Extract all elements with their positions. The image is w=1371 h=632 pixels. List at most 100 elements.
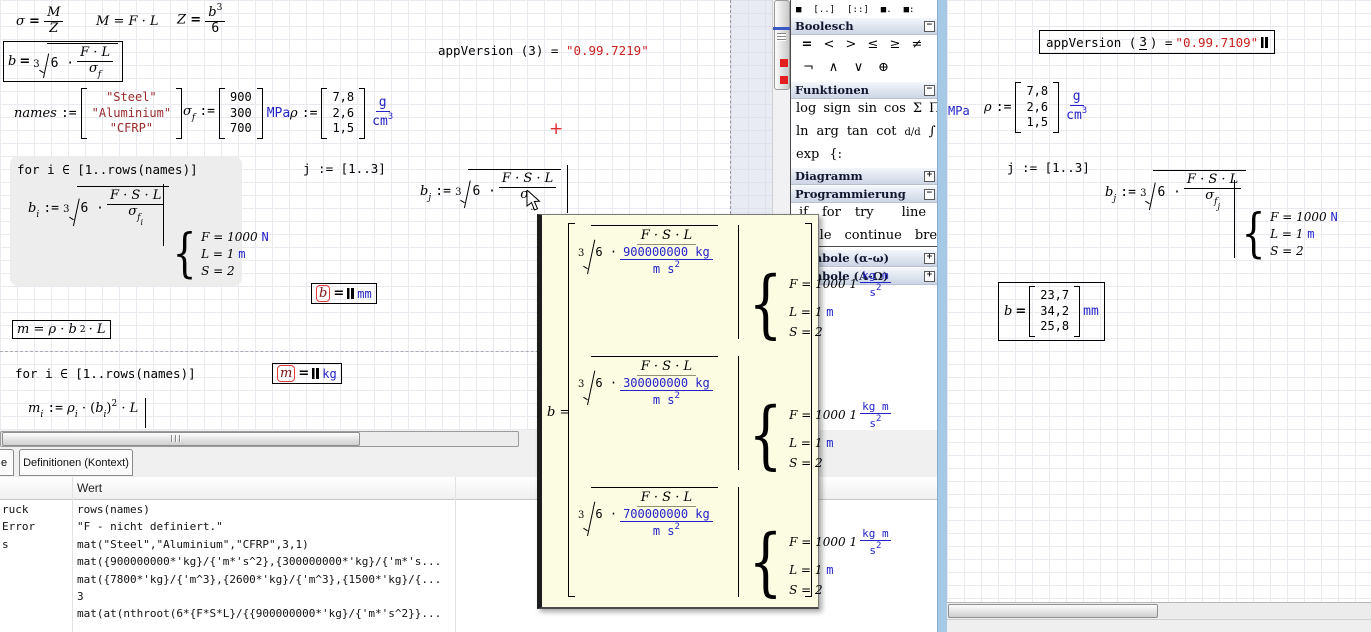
boolesch-row-2: ¬ ∧ ∨ ⊕ — [791, 58, 938, 81]
collapse-icon[interactable]: − — [924, 21, 935, 32]
formula-appversion-right[interactable]: appVersion (3) = "0.99.7109" — [1039, 30, 1275, 54]
formula-range-j[interactable]: j := [1..3] — [303, 161, 386, 176]
horizontal-scrollbar-left[interactable] — [0, 431, 519, 447]
eval-bar — [567, 165, 568, 213]
expand-icon[interactable]: + — [924, 271, 935, 282]
or-button[interactable]: ∨ — [846, 60, 871, 75]
eval-bar — [1234, 180, 1235, 258]
eval-bar — [738, 487, 739, 597]
eval-bar — [163, 184, 164, 246]
greater-than-button[interactable]: > — [840, 37, 862, 52]
try-button[interactable]: try — [855, 205, 874, 220]
expand-icon[interactable]: + — [924, 171, 935, 182]
formula-names[interactable]: names := "Steel""Aluminium""CFRP" — [14, 88, 182, 139]
funktionen-row-1: log sign sin cos Σ Π — [791, 99, 938, 122]
formula-b-j[interactable]: bj := 36 ·F · S · Lσfj — [420, 165, 568, 213]
eval-bar — [738, 225, 739, 339]
formula-sigma[interactable]: σ = MZ — [16, 6, 63, 37]
result-b-matrix[interactable]: b = 23,734,225,8 mm — [998, 282, 1105, 341]
operator-palette: ■ [..] [::] ■. ■: Boolesch − = < > ≤ ≥ ≠… — [790, 0, 939, 247]
tooltip-substitutions: { F = 1000 1kg ms2 L = 1 m S = 2 — [742, 267, 891, 341]
scrollbar-thumb[interactable] — [2, 432, 360, 446]
palette-section-programmierung[interactable]: Programmierung − — [791, 185, 938, 203]
horizontal-scrollbar-right[interactable] — [947, 602, 1371, 619]
formula-range-j[interactable]: j := [1..3] — [1007, 160, 1090, 175]
and-button[interactable]: ∧ — [821, 60, 846, 75]
formula-b-design[interactable]: b = 36 ·F · Lσf — [3, 41, 123, 82]
worksheet-right[interactable]: appVersion (3) = "0.99.7109" MPa ρ := 7,… — [947, 0, 1371, 602]
tooltip-result-block: 36 ·F · S · L700000000 kgm s2 { F = 1000… — [578, 487, 806, 602]
not-equal-button[interactable]: ≠ — [906, 37, 928, 52]
not-button[interactable]: ¬ — [796, 60, 821, 75]
formula-sigma-f[interactable]: σf := 900300700 MPa — [183, 88, 290, 139]
unit-mpa[interactable]: MPa — [948, 104, 970, 118]
scrollbar-thumb[interactable] — [948, 604, 1158, 618]
formula-m-i[interactable]: mi := ρi · (bi)2 · L — [28, 398, 146, 428]
exp-button[interactable]: exp — [796, 147, 819, 162]
palette-section-funktionen[interactable]: Funktionen − — [791, 81, 938, 99]
formula-z[interactable]: Z = b36 — [177, 3, 225, 37]
element-icon[interactable]: ■. — [881, 5, 892, 15]
palette-section-diagramm[interactable]: Diagramm + — [791, 167, 938, 185]
collapse-icon[interactable]: − — [924, 189, 935, 200]
for-button[interactable]: for — [822, 205, 841, 220]
result-m-placeholder[interactable]: m = kg — [272, 363, 342, 384]
matrix-icon[interactable]: ■ — [796, 5, 801, 15]
root-expression: 36 ·F · S · L300000000 kgm s2 — [578, 356, 718, 407]
value-placeholder — [347, 288, 354, 299]
tooltip-substitutions: { F = 1000 1kg ms2 L = 1 m S = 2 — [742, 525, 891, 599]
tooltip-lhs: b = — [547, 405, 570, 420]
greater-equal-button[interactable]: ≥ — [884, 37, 906, 52]
formula-moment[interactable]: M = F · L — [96, 14, 159, 29]
eval-bar — [145, 398, 146, 428]
integral-icon[interactable]: ∫ — [929, 124, 936, 139]
continue-button[interactable]: continue — [845, 228, 902, 243]
summation-icon[interactable]: Σ — [913, 101, 922, 116]
arg-button[interactable]: arg — [817, 124, 839, 139]
cases-icon[interactable]: {: — [829, 147, 842, 162]
for-loop-m-head[interactable]: for i ∈ [1..rows(names)] — [15, 366, 196, 381]
elements-icon[interactable]: ■: — [904, 5, 915, 15]
less-equal-button[interactable]: ≤ — [862, 37, 884, 52]
matrix-bracket-left — [568, 223, 575, 597]
eval-bar — [738, 356, 739, 470]
for-loop-head: for i ∈ [1..rows(names)] — [17, 162, 198, 177]
table-row[interactable]: mat(at(nthroot(6*{F*S*L}/{{900000000*'kg… — [0, 607, 937, 624]
xor-button[interactable]: ⊕ — [871, 60, 896, 75]
equals-button[interactable]: = — [796, 37, 818, 52]
derivative-icon[interactable]: d/d — [905, 127, 921, 138]
less-than-button[interactable]: < — [818, 37, 840, 52]
formula-b-j[interactable]: bj := 36 ·F · S · Lσfj — [1105, 170, 1246, 211]
formula-appversion-left[interactable]: appVersion (3) = "0.99.7219" — [438, 43, 649, 58]
error-marker-icon[interactable] — [780, 76, 788, 84]
tan-button[interactable]: tan — [847, 124, 868, 139]
matrix-grid-icon[interactable]: [::] — [847, 5, 869, 15]
line-button[interactable]: line — [902, 205, 926, 220]
tab-partial[interactable]: e — [0, 449, 14, 476]
ln-button[interactable]: ln — [796, 124, 809, 139]
tab-definitionen-kontext[interactable]: Definitionen (Kontext) — [19, 449, 133, 476]
sign-button[interactable]: sign — [823, 101, 851, 116]
value-placeholder — [1261, 37, 1268, 48]
result-tooltip: b = 36 ·F · S · L900000000 kgm s2 { F = … — [537, 214, 819, 609]
palette-section-boolesch[interactable]: Boolesch − — [791, 17, 938, 35]
funktionen-row-3: exp {: — [791, 145, 938, 167]
formula-rho[interactable]: ρ := 7,82,61,5 gcm3 — [290, 88, 396, 139]
scrollbar-grip — [171, 435, 181, 442]
log-button[interactable]: log — [796, 101, 816, 116]
cot-button[interactable]: cot — [876, 124, 896, 139]
error-marker-icon[interactable] — [780, 59, 788, 67]
expand-icon[interactable]: + — [924, 253, 935, 264]
collapse-icon[interactable]: − — [924, 85, 935, 96]
cos-button[interactable]: cos — [884, 101, 906, 116]
smath-workspace: σ = MZ M = F · L Z = b36 b = 36 ·F · Lσf… — [0, 0, 1371, 632]
range-icon[interactable]: [..] — [813, 5, 835, 15]
sin-button[interactable]: sin — [858, 101, 877, 116]
result-b-placeholder[interactable]: b = mm — [311, 283, 377, 304]
formula-rho[interactable]: ρ := 7,82,61,5 gcm3 — [984, 82, 1090, 133]
crosshair-cursor: + — [549, 119, 563, 139]
formula-b-i: bi := 36 ·F · S · Lσfi — [28, 186, 169, 227]
scroll-position-marker — [773, 27, 791, 30]
formula-mass[interactable]: m = ρ · b2 · L — [12, 320, 111, 339]
for-loop-b-block[interactable]: for i ∈ [1..rows(names)] bi := 36 ·F · S… — [10, 156, 242, 286]
